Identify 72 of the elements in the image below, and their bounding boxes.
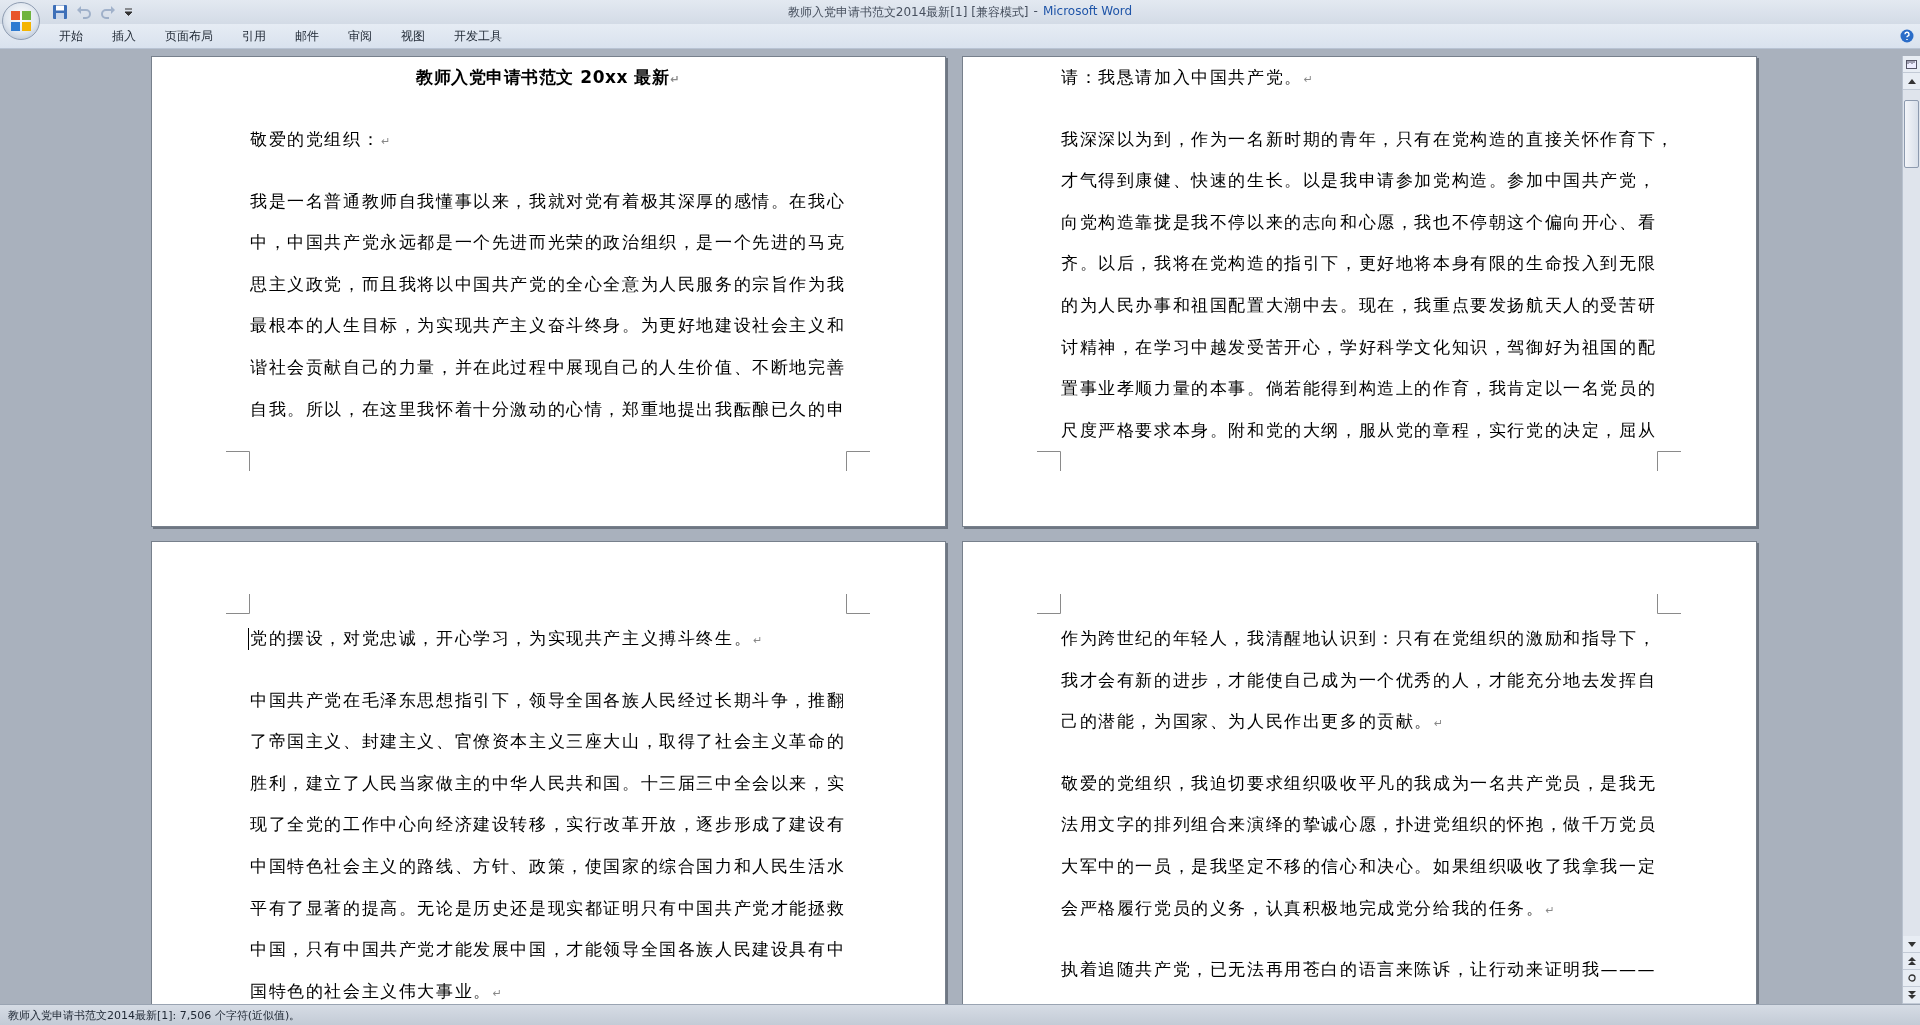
text-line: 中国共产党在毛泽东思想指引下，领导全国各族人民经过长期斗争，推翻 — [250, 688, 846, 712]
text-line: 最根本的人生目标，为实现共产主义奋斗终身。为更好地建设社会主义和 — [250, 314, 846, 338]
paragraph-mark: ↵ — [1545, 902, 1555, 919]
paragraph-mark: ↵ — [492, 985, 503, 1002]
text-line: 党的摆设，对党忠诚，开心学习，为实现共产主义搏斗终生。 — [250, 627, 753, 650]
paragraph-mark: ↵ — [381, 134, 391, 150]
previous-page-button[interactable] — [1903, 953, 1920, 970]
text-line: 法用文字的排列组合来演绎的挚诚心愿，扑进党组织的怀抱，做千万党员 — [1061, 813, 1657, 837]
scroll-up-button[interactable] — [1903, 73, 1920, 90]
down-arrow-icon — [1907, 941, 1916, 947]
text-line: 谐社会贡献自己的力量，并在此过程中展现自己的人生价值、不断地完善 — [250, 355, 846, 379]
help-icon[interactable] — [1900, 29, 1914, 43]
text-line: 大军中的一员，是我坚定不移的信心和决心。如果组织吸收了我拿我一定 — [1061, 854, 1657, 878]
text-line: 胜利，建立了人民当家做主的中华人民共和国。十三届三中全会以来，实 — [250, 771, 846, 795]
text-line: 齐。以后，我将在党构造的指引下，更好地将本身有限的生命投入到无限 — [1061, 252, 1657, 276]
paragraph-mark: ↵ — [1303, 72, 1314, 88]
text-line: 执着追随共产党，已无法再用苍白的语言来陈诉，让行动来证明我——— — [1061, 958, 1657, 982]
text-line: 请：我恳请加入中国共产党。 — [1061, 66, 1303, 89]
text-line: 讨精神，在学习中越发受苦开心，学好科学文化知识，驾御好为祖国的配 — [1061, 335, 1657, 359]
text-line: 作为跨世纪的年轻人，我清醒地认识到：只有在党组织的激励和指导下， — [1061, 627, 1657, 650]
text-line: 敬爱的党组织，我迫切要求组织吸收平凡的我成为一名共产党员，是我无 — [1061, 771, 1657, 795]
ribbon-tab[interactable]: 插入 — [101, 25, 147, 47]
text-line: 尺度严格要求本身。附和党的大纲，服从党的章程，实行党的决定，屈从 — [1061, 418, 1657, 442]
text-line: 自我。所以，在这里我怀着十分激动的心情，郑重地提出我酝酿已久的申 — [250, 397, 846, 421]
circle-icon — [1907, 974, 1916, 982]
ribbon-tab[interactable]: 开发工具 — [443, 25, 513, 47]
paragraph-mark: ↵ — [670, 72, 680, 88]
text-line: 平有了显著的提高。无论是历史还是现实都证明只有中国共产党才能拯救 — [250, 896, 846, 920]
vertical-scrollbar[interactable] — [1902, 56, 1920, 1004]
save-button[interactable] — [52, 3, 68, 21]
text-line: 置事业孝顺力量的本事。倘若能得到构造上的作育，我肯定以一名党员的 — [1061, 377, 1657, 401]
text-line: 中国特色社会主义的路线、方针、政策，使国家的综合国力和人民生活水 — [250, 854, 846, 878]
text-line: 我是一名普通教师自我懂事以来，我就对党有着极其深厚的感情。在我心 — [250, 189, 846, 213]
text-line: 中，中国共产党永远都是一个先进而光荣的政治组织，是一个先进的马克 — [250, 231, 846, 255]
text-line: 中国，只有中国共产党才能发展中国，才能领导全国各族人民建设具有中 — [250, 938, 846, 962]
ribbon-tab[interactable]: 开始 — [48, 25, 94, 47]
text-line: 国特色的社会主义伟大事业。 — [250, 979, 492, 1003]
double-up-arrow-icon — [1907, 957, 1916, 965]
text-line: 我深深以为到，作为一名新时期的青年，只有在党构造的直接关怀作育下， — [1061, 127, 1675, 151]
paragraph-mark: ↵ — [753, 633, 763, 649]
next-page-button[interactable] — [1903, 987, 1920, 1004]
redo-arrow-icon — [100, 4, 116, 20]
text-line: 敬爱的党组织： — [250, 128, 381, 151]
undo-arrow-icon — [76, 4, 92, 20]
double-down-arrow-icon — [1907, 991, 1916, 999]
text-line: 现了全党的工作中心向经济建设转移，实行改革开放，逐步形成了建设有 — [250, 813, 846, 837]
text-line: 我才会有新的进步，才能使自己成为一个优秀的人，才能充分地去发挥自 — [1061, 668, 1657, 692]
text-line: 才气得到康健、快速的生长。以是我申请参加党构造。参加中国共产党， — [1061, 169, 1657, 193]
text-line: 己的潜能，为国家、为人民作出更多的贡献。 — [1061, 710, 1433, 734]
app-name: Microsoft Word — [1042, 3, 1133, 20]
ruler-icon — [1906, 59, 1917, 69]
document-heading: 教师入党申请书范文 20xx 最新 — [416, 66, 670, 89]
paragraph-mark: ↵ — [1434, 716, 1444, 733]
ruler-toggle-button[interactable] — [1903, 56, 1920, 73]
text-line: 思主义政党，而且我将以中国共产党的全心全意为人民服务的宗旨作为我 — [250, 272, 846, 296]
scroll-thumb[interactable] — [1904, 100, 1919, 168]
ribbon-tab[interactable]: 审阅 — [337, 25, 383, 47]
text-line: 会严格履行党员的义务，认真积极地完成党分给我的任务。 — [1061, 896, 1545, 920]
text-line: 的为人民办事和祖国配置大潮中去。现在，我重点要发扬航天人的受苦研 — [1061, 293, 1657, 317]
word-count-status: 教师入党申请书范文2014最新[1]: 7,506 个字符(近似值)。 — [8, 1007, 301, 1023]
ribbon-tab[interactable]: 页面布局 — [154, 25, 224, 47]
title-separator: - — [1033, 3, 1038, 20]
ribbon-tab[interactable]: 引用 — [231, 25, 277, 47]
dropdown-arrow-icon — [124, 8, 133, 16]
ribbon-tab[interactable]: 邮件 — [284, 25, 330, 47]
text-line: 向党构造靠拢是我不停以来的志向和心愿，我也不停朝这个偏向开心、看 — [1061, 210, 1657, 234]
scroll-down-button[interactable] — [1903, 936, 1920, 953]
ribbon-tab[interactable]: 视图 — [390, 25, 436, 47]
document-title: 教师入党申请书范文2014最新[1] [兼容模式] — [787, 3, 1029, 21]
up-arrow-icon — [1907, 78, 1916, 84]
browse-object-button[interactable] — [1903, 970, 1920, 987]
text-line: 了帝国主义、封建主义、官僚资本主义三座大山，取得了社会主义革命的 — [250, 730, 846, 754]
